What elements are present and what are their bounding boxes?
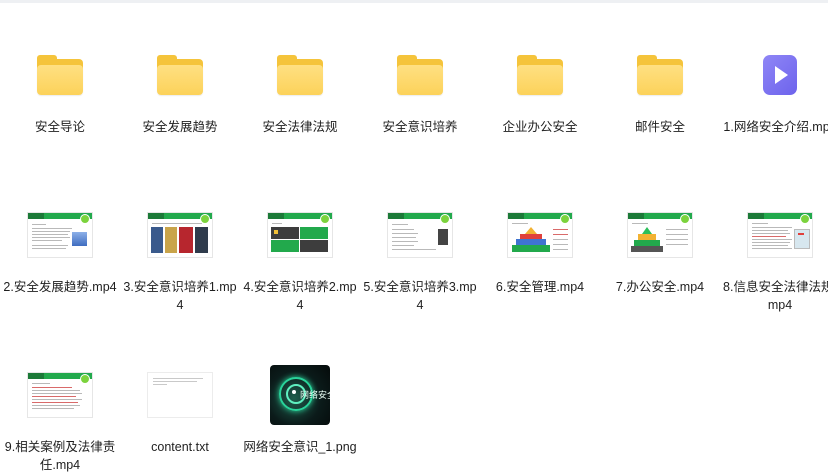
video-thumbnail bbox=[27, 212, 93, 258]
text-file-item[interactable]: content.txt bbox=[120, 360, 240, 456]
video-thumbnail bbox=[387, 212, 453, 258]
folder-item[interactable]: 安全法律法规 bbox=[240, 40, 360, 136]
file-name: 5.安全意识培养3.mp4 bbox=[363, 280, 477, 312]
file-name: 3.安全意识培养1.mp4 bbox=[123, 280, 237, 312]
top-divider bbox=[0, 0, 828, 3]
folder-icon bbox=[397, 55, 443, 95]
file-name: 6.安全管理.mp4 bbox=[495, 280, 585, 294]
video-file-item[interactable]: 1.网络安全介绍.mp4 bbox=[720, 40, 828, 136]
file-name: 安全导论 bbox=[34, 120, 85, 134]
file-name: 企业办公安全 bbox=[502, 120, 578, 134]
file-name: 2.安全发展趋势.mp4 bbox=[3, 280, 117, 294]
folder-icon bbox=[37, 55, 83, 95]
text-file-icon bbox=[147, 372, 213, 418]
video-thumbnail bbox=[507, 212, 573, 258]
video-file-item[interactable]: 6.安全管理.mp4 bbox=[480, 200, 600, 296]
file-name: 安全发展趋势 bbox=[142, 120, 218, 134]
video-thumbnail bbox=[747, 212, 813, 258]
file-name: 9.相关案例及法律责任.mp4 bbox=[4, 440, 116, 472]
image-file-item[interactable]: 网络安全 网络安全意识_1.png bbox=[240, 360, 360, 456]
video-file-item[interactable]: 3.安全意识培养1.mp4 bbox=[120, 200, 240, 314]
video-thumbnail bbox=[27, 372, 93, 418]
folder-icon bbox=[277, 55, 323, 95]
image-thumbnail: 网络安全 bbox=[270, 365, 330, 425]
file-name: 安全意识培养 bbox=[382, 120, 458, 134]
video-file-item[interactable]: 8.信息安全法律法规.mp4 bbox=[720, 200, 828, 314]
folder-icon bbox=[157, 55, 203, 95]
video-file-item[interactable]: 2.安全发展趋势.mp4 bbox=[0, 200, 120, 296]
file-name: content.txt bbox=[151, 440, 209, 454]
file-name: 8.信息安全法律法规.mp4 bbox=[723, 280, 828, 312]
folder-item[interactable]: 安全发展趋势 bbox=[120, 40, 240, 136]
file-name: 7.办公安全.mp4 bbox=[615, 280, 705, 294]
folder-item[interactable]: 企业办公安全 bbox=[480, 40, 600, 136]
video-file-item[interactable]: 9.相关案例及法律责任.mp4 bbox=[0, 360, 120, 474]
video-thumbnail bbox=[267, 212, 333, 258]
folder-item[interactable]: 安全导论 bbox=[0, 40, 120, 136]
video-thumbnail bbox=[147, 212, 213, 258]
file-name: 邮件安全 bbox=[634, 120, 685, 134]
file-name: 1.网络安全介绍.mp4 bbox=[723, 120, 828, 134]
file-name: 4.安全意识培养2.mp4 bbox=[243, 280, 357, 312]
video-thumbnail bbox=[627, 212, 693, 258]
file-name: 安全法律法规 bbox=[262, 120, 338, 134]
folder-icon bbox=[517, 55, 563, 95]
video-file-item[interactable]: 7.办公安全.mp4 bbox=[600, 200, 720, 296]
thumbnail-text: 网络安全 bbox=[300, 391, 330, 401]
file-name: 网络安全意识_1.png bbox=[243, 440, 357, 454]
folder-item[interactable]: 邮件安全 bbox=[600, 40, 720, 136]
video-file-item[interactable]: 4.安全意识培养2.mp4 bbox=[240, 200, 360, 314]
folder-item[interactable]: 安全意识培养 bbox=[360, 40, 480, 136]
video-file-item[interactable]: 5.安全意识培养3.mp4 bbox=[360, 200, 480, 314]
folder-icon bbox=[637, 55, 683, 95]
video-icon bbox=[763, 55, 797, 95]
